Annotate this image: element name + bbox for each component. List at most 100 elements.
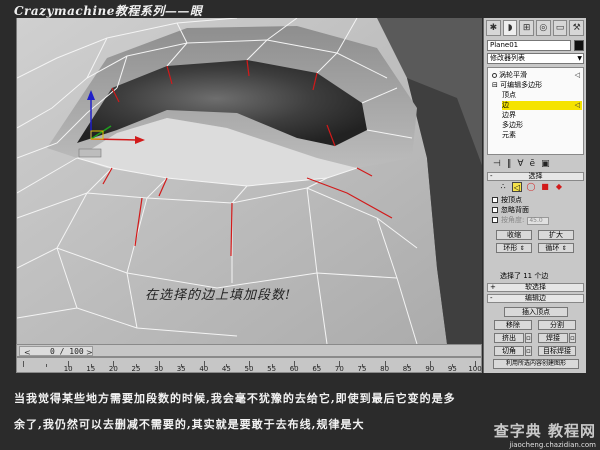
ruler-label: 70	[334, 365, 344, 373]
hierarchy-tab-icon[interactable]: ⊞	[519, 20, 535, 36]
expand-icon: +	[490, 283, 496, 291]
command-panel: ✱ ◗ ⊞ ◎ ▭ ⚒ Plane01 修改器列表 ▼ 涡轮平滑 ◁ ⊟ 可编辑…	[483, 18, 586, 373]
edit-edges-rollout-header[interactable]: - 编辑边	[487, 294, 584, 303]
make-unique-icon[interactable]: ∀	[517, 159, 523, 169]
title-bar: Crazymachine教程系列——眼	[0, 0, 600, 18]
ruler-tick	[23, 361, 24, 367]
ruler-label: 55	[267, 365, 277, 373]
remove-button[interactable]: 移除	[494, 320, 532, 330]
watermark: 查字典 教程网 jiaocheng.chazidian.com	[494, 420, 596, 449]
viewport-annotation: 在选择的边上填加段数!	[145, 288, 292, 303]
weld-settings-button[interactable]: ▫	[569, 333, 576, 343]
stack-item-turbosmooth[interactable]: 涡轮平滑 ◁	[492, 71, 582, 80]
motion-tab-icon[interactable]: ◎	[536, 20, 551, 36]
shrink-button[interactable]: 收缩	[496, 230, 532, 240]
ruler-tick	[45, 364, 47, 367]
weld-button[interactable]: 焊接	[538, 333, 568, 343]
ruler-label: 85	[402, 365, 412, 373]
subobject-icons: ∴ ◁ ◯ ■ ◆	[498, 182, 564, 192]
utilities-tab-icon[interactable]: ⚒	[569, 20, 585, 36]
chamfer-button[interactable]: 切角	[494, 346, 524, 356]
by-vertex-checkbox[interactable]: 按顶点	[492, 196, 522, 205]
ruler-label: 95	[447, 365, 457, 373]
collapse-icon: -	[490, 294, 493, 302]
command-panel-tabs: ✱ ◗ ⊞ ◎ ▭ ⚒	[486, 20, 585, 38]
stack-item-element[interactable]: 元素	[502, 131, 582, 140]
selection-rollout-header[interactable]: - 选择	[487, 172, 584, 181]
collapse-icon[interactable]: ⊟	[492, 81, 500, 89]
modifier-triangle-icon: ◁	[574, 101, 580, 109]
watermark-brand: 查字典 教程网	[493, 422, 596, 440]
time-slider-track[interactable]: < 0 / 100 >	[16, 344, 482, 357]
ruler-label: 30	[154, 365, 164, 373]
modifier-list-dropdown[interactable]: 修改器列表 ▼	[487, 53, 584, 64]
lightbulb-icon[interactable]	[492, 72, 497, 78]
soft-selection-rollout-header[interactable]: + 软选择	[487, 283, 584, 292]
edge-mode-icon[interactable]: ◁	[512, 182, 522, 192]
grow-button[interactable]: 扩大	[538, 230, 574, 240]
ruler-label: 80	[380, 365, 390, 373]
by-angle-checkbox[interactable]: 按角度: 45.0	[492, 216, 550, 225]
stack-item-border[interactable]: 边界	[502, 111, 582, 120]
insert-vertex-button[interactable]: 插入顶点	[504, 307, 568, 317]
ruler-label: 20	[108, 365, 118, 373]
ring-button[interactable]: 环形 ⇕	[496, 243, 532, 253]
stack-item-editable-poly[interactable]: ⊟ 可编辑多边形	[492, 81, 582, 90]
ruler-label: 75	[357, 365, 367, 373]
perspective-viewport[interactable]: 在选择的边上填加段数!	[16, 18, 482, 344]
object-name-field[interactable]: Plane01	[487, 40, 571, 51]
create-shape-button[interactable]: 利用所选内容创建图形	[493, 359, 579, 369]
watermark-url: jiaocheng.chazidian.com	[509, 441, 596, 449]
modifier-list-label: 修改器列表	[490, 54, 525, 62]
time-next-arrow[interactable]: >	[86, 348, 93, 357]
ruler-label: 10	[63, 365, 73, 373]
collapse-icon: -	[490, 172, 493, 180]
display-tab-icon[interactable]: ▭	[552, 20, 568, 36]
object-color-swatch[interactable]	[574, 40, 584, 51]
ignore-backfacing-checkbox[interactable]: 忽略背面	[492, 206, 529, 215]
extrude-button[interactable]: 挤出	[494, 333, 524, 343]
ruler-label: 90	[425, 365, 435, 373]
stack-item-edge[interactable]: 边 ◁	[502, 101, 582, 110]
border-mode-icon[interactable]: ◯	[526, 182, 536, 192]
track-ruler[interactable]: 10 15 20 25 30 35 40 45 50 55 60 65 70 75 80 85 90 95 100	[16, 357, 482, 373]
stack-item-polygon[interactable]: 多边形	[502, 121, 582, 130]
spinner-icon: ⇕	[561, 245, 567, 252]
create-tab-icon[interactable]: ✱	[486, 20, 501, 36]
ruler-label: 15	[86, 365, 96, 373]
stack-toolbar: ⊣ ‖ ∀ ē ▣	[487, 158, 584, 170]
loop-button[interactable]: 循环 ⇕	[538, 243, 574, 253]
time-prev-arrow[interactable]: <	[24, 348, 31, 357]
ruler-label: 65	[312, 365, 322, 373]
element-mode-icon[interactable]: ◆	[554, 182, 564, 192]
ruler-label: 50	[244, 365, 254, 373]
pin-stack-icon[interactable]: ⊣	[493, 159, 501, 169]
chevron-down-icon: ▼	[577, 55, 582, 62]
ruler-label: 100	[468, 365, 482, 373]
configure-sets-icon[interactable]: ▣	[541, 159, 550, 169]
extrude-settings-button[interactable]: ▫	[525, 333, 532, 343]
selection-status: 选择了 11 个边	[500, 272, 549, 280]
tutorial-title: Crazymachine教程系列——眼	[14, 4, 203, 18]
ruler-label: 35	[176, 365, 186, 373]
spinner-icon: ⇕	[519, 245, 525, 252]
caption-line-1: 当我觉得某些地方需要加段数的时候,我会毫不犹豫的去给它,即使到最后它变的是多	[14, 392, 456, 405]
angle-spinner[interactable]: 45.0	[527, 217, 550, 225]
ruler-label: 60	[289, 365, 299, 373]
time-slider-thumb[interactable]: < 0 / 100 >	[19, 346, 93, 357]
show-end-result-icon[interactable]: ‖	[507, 159, 512, 169]
stack-item-vertex[interactable]: 顶点	[502, 91, 582, 100]
modifier-triangle-icon: ◁	[574, 71, 580, 79]
split-button[interactable]: 分割	[538, 320, 576, 330]
frame-counter: 0 / 100	[50, 347, 84, 356]
vertex-mode-icon[interactable]: ∴	[498, 182, 508, 192]
ruler-label: 40	[199, 365, 209, 373]
target-weld-button[interactable]: 目标焊接	[538, 346, 576, 356]
chamfer-settings-button[interactable]: ▫	[525, 346, 532, 356]
modifier-stack[interactable]: 涡轮平滑 ◁ ⊟ 可编辑多边形 顶点 边 ◁ 边界 多边形 元素	[487, 67, 584, 155]
remove-modifier-icon[interactable]: ē	[530, 159, 536, 169]
ruler-label: 25	[131, 365, 141, 373]
modify-tab-icon[interactable]: ◗	[502, 20, 518, 36]
ruler-label: 45	[221, 365, 231, 373]
polygon-mode-icon[interactable]: ■	[540, 182, 550, 192]
